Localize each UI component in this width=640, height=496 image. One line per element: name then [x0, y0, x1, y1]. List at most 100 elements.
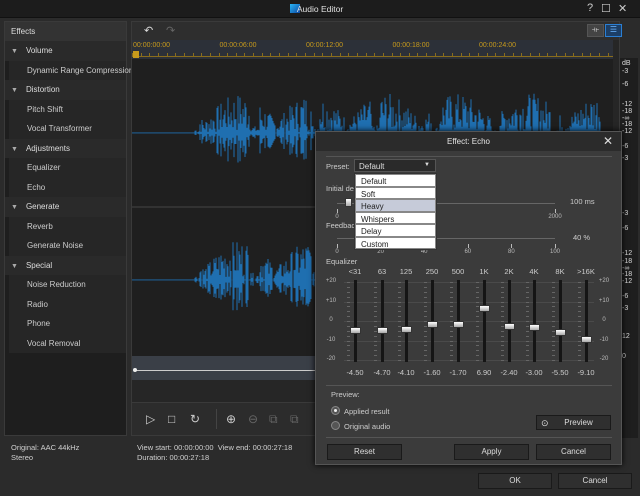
eq-minor-tick — [552, 345, 555, 347]
sidebar-item-generate-noise[interactable]: Generate Noise — [5, 236, 126, 256]
reset-button[interactable]: Reset — [327, 444, 402, 460]
dialog-cancel-button[interactable]: Cancel — [536, 444, 611, 460]
category-label: Adjustments — [25, 143, 70, 153]
eq-minor-tick — [450, 355, 453, 357]
dialog-close-icon[interactable]: ✕ — [603, 134, 613, 148]
zoom-out-icon[interactable]: ⊖ — [248, 412, 258, 426]
preset-option-custom[interactable]: Custom — [355, 236, 436, 249]
sidebar-category-adjustments[interactable]: ▼ Adjustments — [5, 138, 126, 158]
eq-band-value: -2.40 — [500, 368, 518, 377]
eq-band-slider-8K[interactable] — [555, 328, 566, 336]
zoom-selection-icon[interactable]: ⧉ — [269, 412, 278, 427]
slider-thumb[interactable] — [344, 198, 352, 207]
play-icon[interactable]: ▷ — [146, 412, 155, 426]
eq-minor-tick — [347, 335, 350, 337]
slider-tick-label: 60 — [464, 249, 472, 255]
eq-minor-tick — [424, 330, 427, 332]
eq-band-track — [585, 280, 588, 362]
eq-minor-tick — [578, 360, 581, 361]
close-button[interactable]: ✕ — [618, 2, 627, 15]
sidebar-item-echo[interactable]: Echo — [5, 177, 126, 197]
channels: Stereo — [11, 453, 34, 462]
sidebar-item-noise-reduction[interactable]: Noise Reduction — [5, 275, 126, 295]
effects-sidebar: Effects ▼ Volume Dynamic Range Compression… — [4, 21, 133, 436]
preset-option-whispers[interactable]: Whispers — [355, 211, 436, 224]
ruler-tick — [235, 53, 237, 56]
eq-minor-tick — [476, 291, 479, 293]
stop-icon[interactable]: □ — [168, 412, 175, 426]
zoom-in-icon[interactable]: ⊕ — [226, 412, 236, 426]
db-label: -18 — [622, 108, 633, 115]
ruler-tick — [339, 53, 341, 56]
eq-minor-tick — [347, 311, 350, 313]
sidebar-item-reverb[interactable]: Reverb — [5, 216, 126, 236]
eq-minor-tick — [374, 355, 377, 357]
sidebar-item-vocal-transformer[interactable]: Vocal Transformer — [5, 119, 126, 139]
sidebar-item-pitch-shift[interactable]: Pitch Shift — [5, 99, 126, 119]
eq-minor-tick — [526, 286, 529, 288]
eq-band-slider-4K[interactable] — [529, 323, 540, 331]
eq-minor-tick — [526, 340, 529, 342]
initial-delay-value: 100 ms — [570, 197, 595, 206]
eq-scale-right: -10 — [599, 336, 609, 343]
zoom-fit-icon[interactable]: ⧉ — [290, 412, 299, 427]
ruler-tick — [581, 53, 583, 56]
preset-option-heavy[interactable]: Heavy — [355, 199, 436, 212]
eq-minor-tick — [398, 360, 401, 361]
help-button[interactable]: ? — [587, 2, 593, 14]
timeline-ruler[interactable]: 00:00:00:00 00:00:06:00 00:00:12:00 00:00:1… — [132, 40, 613, 59]
applied-result-radio[interactable]: Applied result — [331, 406, 411, 416]
maximize-button[interactable]: ☐ — [601, 2, 611, 15]
preset-option-soft[interactable]: Soft — [355, 186, 436, 199]
original-audio-radio[interactable]: Original audio — [331, 421, 411, 431]
eq-band-slider-2K[interactable] — [504, 322, 515, 330]
eq-band-slider-1K[interactable] — [479, 304, 490, 312]
play-circle-icon: ⊙ — [541, 418, 549, 428]
eq-minor-tick — [476, 321, 479, 322]
apply-button[interactable]: Apply — [454, 444, 529, 460]
eq-minor-tick — [501, 345, 504, 347]
db-label: -12 — [622, 128, 633, 135]
eq-band-slider-125[interactable] — [401, 325, 412, 333]
sidebar-category-volume[interactable]: ▼ Volume — [5, 41, 126, 61]
sidebar-item-vocal-removal[interactable]: Vocal Removal — [5, 333, 126, 353]
sidebar-item-radio[interactable]: Radio — [5, 294, 126, 314]
window-title: Audio Editor — [296, 4, 344, 14]
eq-band-slider-250[interactable] — [427, 321, 438, 329]
eq-band-slider->16K[interactable] — [581, 335, 592, 343]
preset-option-default[interactable]: Default — [355, 174, 436, 187]
scroll-handle[interactable] — [133, 368, 137, 372]
sidebar-category-distortion[interactable]: ▼ Distortion — [5, 80, 126, 100]
cancel-button[interactable]: Cancel — [558, 473, 632, 489]
playhead-marker[interactable] — [133, 51, 139, 58]
sidebar-item-equalizer[interactable]: Equalizer — [5, 158, 126, 178]
ok-button[interactable]: OK — [478, 473, 552, 489]
spectrum-view-icon[interactable]: ☰ — [605, 24, 622, 37]
preset-option-delay[interactable]: Delay — [355, 224, 436, 237]
sidebar-item-dynamic-range-compression[interactable]: Dynamic Range Compression — [5, 60, 133, 80]
ruler-tick — [452, 53, 454, 56]
eq-band-value: -4.50 — [346, 368, 364, 377]
ruler-tick — [590, 53, 592, 56]
sidebar-category-generate[interactable]: ▼ Generate — [5, 197, 126, 217]
eq-minor-tick — [450, 286, 453, 288]
eq-minor-tick — [552, 325, 555, 327]
ruler-tick — [296, 53, 298, 56]
preset-dropdown[interactable]: Default ▼ — [354, 159, 436, 172]
sidebar-item-phone[interactable]: Phone — [5, 314, 126, 334]
eq-band-slider-63[interactable] — [377, 327, 388, 335]
ruler-tick — [408, 53, 410, 56]
sidebar-category-special[interactable]: ▼ Special — [5, 255, 126, 275]
loop-icon[interactable]: ↻ — [190, 412, 200, 426]
preview-button[interactable]: ⊙ Preview — [536, 415, 611, 430]
redo-icon[interactable]: ↷ — [166, 24, 175, 37]
eq-minor-tick — [476, 340, 479, 342]
waveform-view-icon[interactable]: ⟛ — [587, 24, 604, 37]
undo-icon[interactable]: ↶ — [144, 24, 153, 37]
eq-minor-tick — [526, 321, 529, 322]
eq-minor-tick — [450, 306, 453, 308]
eq-band-slider-<31[interactable] — [350, 326, 361, 334]
eq-band-slider-500[interactable] — [453, 321, 464, 329]
slider-tick — [337, 244, 338, 248]
category-label: Distortion — [25, 85, 60, 94]
